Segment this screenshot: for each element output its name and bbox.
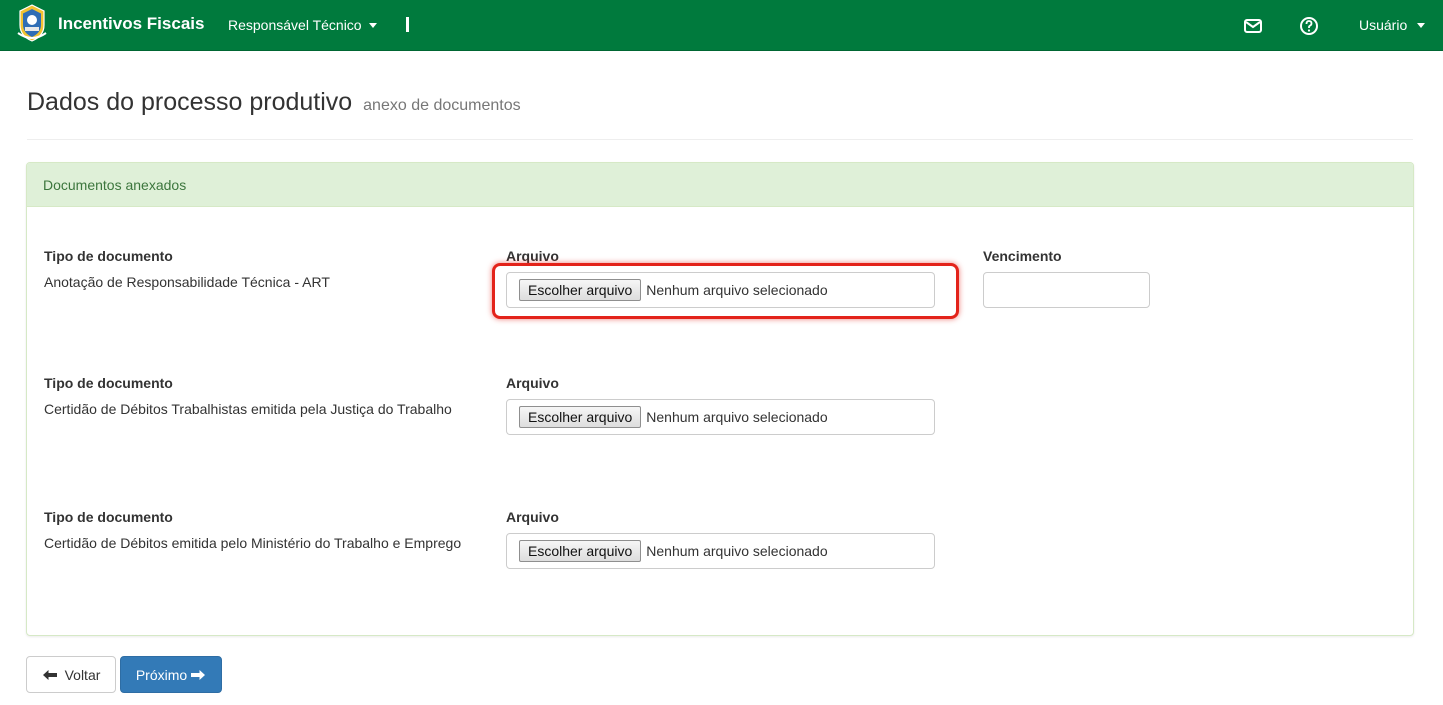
doc-type-value: Certidão de Débitos emitida pelo Ministé… [44, 535, 462, 551]
expiry-date-input[interactable] [983, 272, 1150, 308]
next-button-label: Próximo [135, 666, 188, 683]
page-header: Dados do processo produtivo anexo de doc… [27, 88, 1413, 140]
page-title: Dados do processo produtivo anexo de doc… [27, 88, 1413, 117]
page-title-text: Dados do processo produtivo [27, 88, 353, 116]
file-label: Arquivo [506, 375, 559, 391]
caret-down-icon [368, 22, 377, 28]
documents-panel: Documentos anexados Tipo de documento An… [26, 162, 1414, 636]
file-input-art[interactable]: Escolher arquivo Nenhum arquivo selecion… [506, 272, 935, 308]
choose-file-button[interactable]: Escolher arquivo [519, 540, 642, 562]
next-button[interactable]: Próximo [120, 656, 222, 693]
role-menu[interactable]: Responsável Técnico [228, 17, 377, 33]
doc-type-value: Certidão de Débitos Trabalhistas emitida… [44, 401, 452, 417]
doc-type-label: Tipo de documento [44, 375, 173, 391]
question-circle-icon[interactable] [1299, 16, 1319, 36]
caret-down-icon [1417, 22, 1426, 28]
arrow-left-icon [42, 669, 57, 680]
file-status: Nenhum arquivo selecionado [646, 543, 828, 559]
doc-type-label: Tipo de documento [44, 248, 173, 264]
envelope-icon[interactable] [1243, 16, 1263, 36]
nav-separator [406, 17, 409, 32]
top-navbar: Incentivos Fiscais Responsável Técnico U… [0, 0, 1443, 51]
role-menu-label: Responsável Técnico [228, 17, 362, 33]
file-label: Arquivo [506, 248, 559, 264]
file-status: Nenhum arquivo selecionado [646, 409, 828, 425]
arrow-right-icon [191, 669, 206, 680]
user-menu[interactable]: Usuário [1359, 17, 1426, 33]
expiry-label: Vencimento [983, 248, 1062, 264]
file-input-mte[interactable]: Escolher arquivo Nenhum arquivo selecion… [506, 533, 935, 569]
back-button-label: Voltar [64, 666, 101, 683]
brand-title[interactable]: Incentivos Fiscais [58, 14, 204, 34]
file-input-cdt[interactable]: Escolher arquivo Nenhum arquivo selecion… [506, 399, 935, 435]
user-menu-label: Usuário [1359, 17, 1408, 33]
panel-heading: Documentos anexados [27, 163, 1413, 207]
doc-type-value: Anotação de Responsabilidade Técnica - A… [44, 274, 330, 290]
file-label: Arquivo [506, 509, 559, 525]
choose-file-button[interactable]: Escolher arquivo [519, 279, 642, 301]
back-button[interactable]: Voltar [26, 656, 116, 693]
page-subtitle: anexo de documentos [363, 97, 521, 114]
doc-type-label: Tipo de documento [44, 509, 173, 525]
choose-file-button[interactable]: Escolher arquivo [519, 406, 642, 428]
state-coat-of-arms-icon[interactable] [17, 3, 47, 43]
file-status: Nenhum arquivo selecionado [646, 282, 828, 298]
